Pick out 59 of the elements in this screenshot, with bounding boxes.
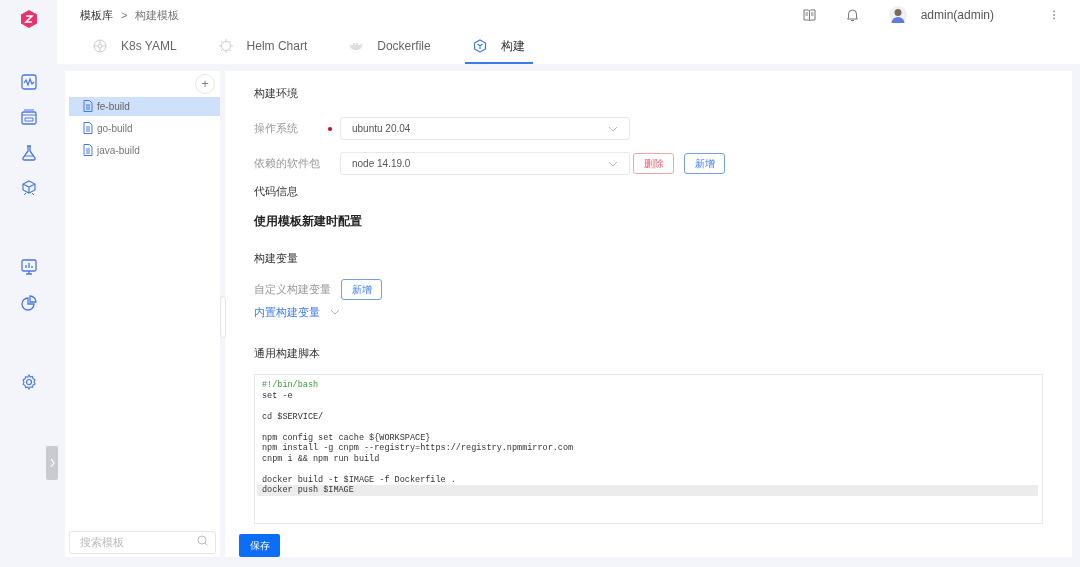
settings-icon[interactable] — [20, 374, 37, 390]
tab[interactable]: K8s YAML — [85, 30, 185, 64]
window-icon[interactable] — [20, 109, 37, 125]
tab[interactable]: 构建 — [464, 30, 533, 64]
wheel-icon — [93, 38, 107, 53]
expand-handle[interactable] — [46, 446, 58, 480]
gear-badge-icon — [218, 38, 233, 53]
chevron-down-icon — [608, 160, 618, 167]
more-icon[interactable] — [1052, 10, 1056, 20]
tab[interactable]: Dockerfile — [341, 30, 439, 64]
breadcrumb-item[interactable]: 模板库 — [80, 6, 113, 24]
add-button[interactable]: 新增 — [341, 279, 382, 300]
template-item[interactable]: java-build — [69, 140, 220, 160]
save-button[interactable]: 保存 — [239, 534, 280, 557]
breadcrumb-separator: > — [121, 7, 128, 23]
hexagon-icon — [472, 38, 487, 53]
section-note: 使用模板新建时配置 — [254, 212, 363, 230]
cube-icon[interactable] — [20, 180, 37, 196]
document-icon — [83, 144, 93, 156]
chevron-down-icon — [608, 125, 618, 132]
section-title: 构建变量 — [254, 250, 299, 266]
chevron-right-icon — [48, 458, 56, 468]
template-item[interactable]: fe-build — [69, 96, 220, 116]
select-field[interactable]: node 14.19.0 — [340, 152, 630, 175]
code-line: cd $SERVICE/ — [261, 411, 325, 422]
search-field[interactable]: 搜索模板 — [69, 530, 216, 554]
select-field[interactable]: ubuntu 20.04 — [340, 117, 630, 140]
code-line: cnpm i && npm run build — [261, 453, 381, 464]
field-label: 自定义构建变量 — [254, 282, 332, 298]
pulse-icon[interactable] — [20, 74, 37, 90]
breadcrumb-item: 构建模板 — [135, 7, 180, 23]
template-item[interactable]: go-build — [69, 118, 220, 138]
user-name[interactable]: admin(admin) — [920, 6, 994, 24]
section-title: 通用构建脚本 — [254, 345, 321, 361]
scrollbar[interactable] — [220, 295, 226, 338]
chevron-down-icon — [330, 309, 340, 316]
delete-button[interactable]: 删除 — [633, 153, 674, 174]
monitor-chart-icon[interactable] — [20, 259, 37, 275]
field-label: 操作系统 — [254, 121, 299, 137]
flask-icon[interactable] — [20, 145, 37, 161]
bell-icon[interactable] — [845, 8, 859, 22]
code-line: set -e — [261, 390, 294, 401]
add-button[interactable]: 新增 — [684, 153, 725, 174]
search-icon — [197, 535, 208, 546]
expand-toggle[interactable]: 内置构建变量 — [254, 304, 340, 321]
document-icon — [83, 122, 93, 134]
code-line: npm install -g cnpm --registry=https://registry.npmmirror.com — [261, 443, 575, 454]
pie-chart-icon[interactable] — [20, 295, 37, 311]
code-line: npm config set cache ${WORKSPACE} — [261, 432, 432, 443]
field-label: 依赖的软件包 — [254, 156, 321, 172]
code-line: #!/bin/bash — [261, 380, 320, 391]
section-title: 代码信息 — [254, 184, 299, 199]
code-line: docker build -t $IMAGE -f Dockerfile . — [261, 474, 457, 485]
book-icon[interactable] — [802, 9, 816, 21]
document-icon — [83, 100, 93, 112]
avatar-icon[interactable] — [888, 6, 907, 24]
tab[interactable]: Helm Chart — [210, 30, 316, 64]
logo-icon[interactable] — [18, 9, 39, 29]
section-title: 构建环境 — [254, 85, 299, 101]
